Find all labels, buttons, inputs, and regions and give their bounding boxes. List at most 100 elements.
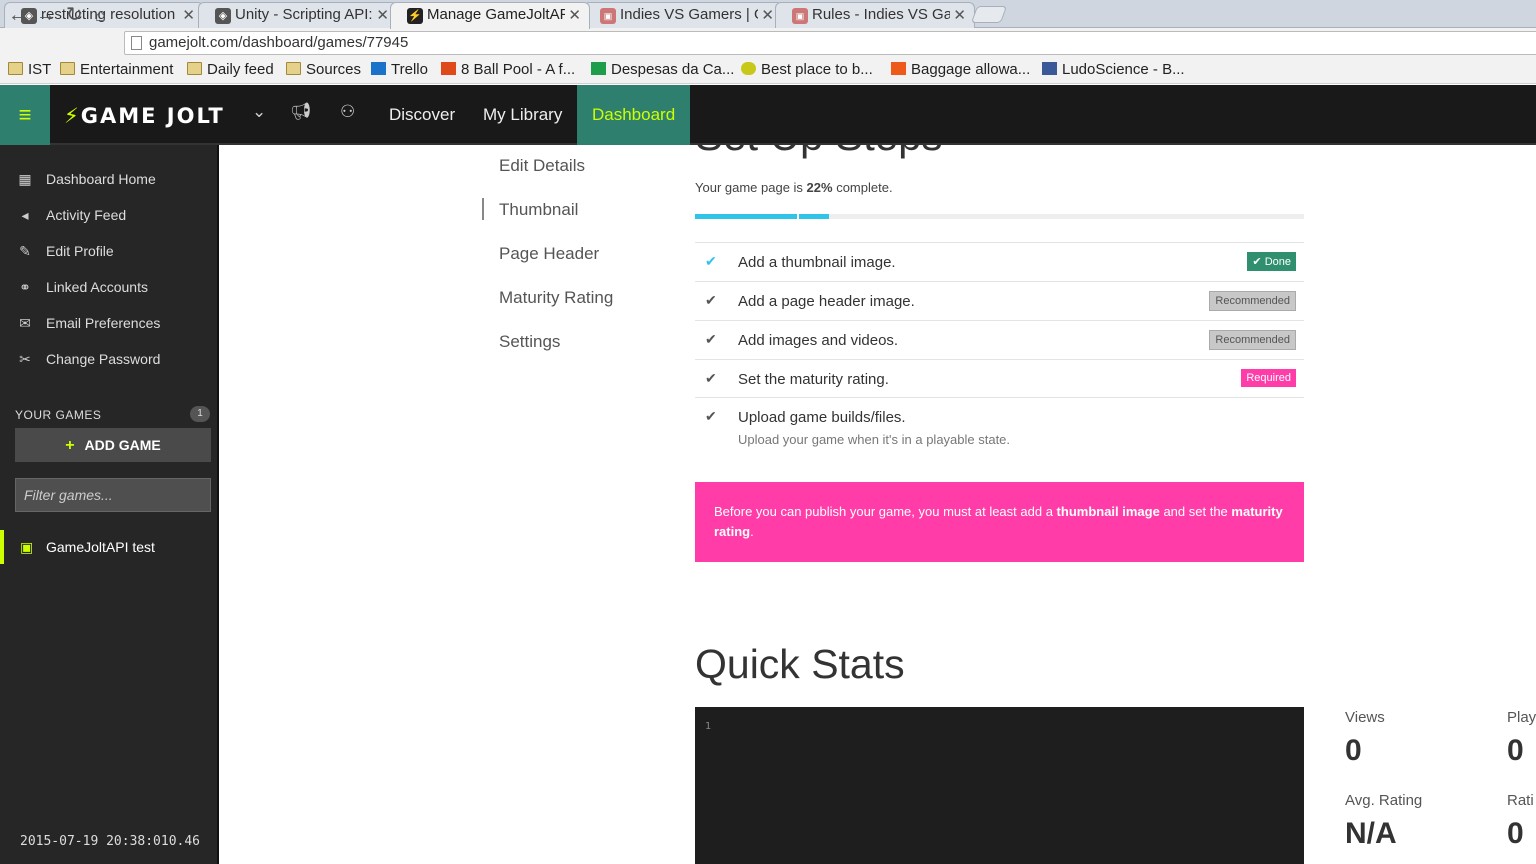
sidebar-item-edit-profile[interactable]: ✎ Edit Profile <box>16 241 114 261</box>
megaphone-icon: ◂ <box>21 207 29 223</box>
gamejolt-logo[interactable]: ⚡GAME JOLT <box>64 104 225 128</box>
folder-icon <box>60 62 75 75</box>
pencil-icon: ✎ <box>19 243 31 259</box>
bookmark-daily-feed[interactable]: Daily feed <box>187 60 274 80</box>
tab-title: restricting resolution <box>41 6 176 23</box>
subnav-page-header[interactable]: Page Header <box>499 244 599 264</box>
step-label: Add a thumbnail image. <box>738 254 896 271</box>
unity-icon: ◈ <box>215 8 231 24</box>
browser-tab-active[interactable]: ⚡ Manage GameJoltAPI ✕ <box>390 2 590 29</box>
bookmark-best-place[interactable]: Best place to b... <box>741 60 873 80</box>
tab-title: Manage GameJoltAPI <box>427 6 565 23</box>
play-icon <box>441 62 456 75</box>
sidebar-item-change-password[interactable]: ✂ Change Password <box>16 349 160 369</box>
wrench-icon: ✂ <box>19 351 31 367</box>
browser-tab[interactable]: ◈ Unity - Scripting API: ✕ <box>198 2 398 28</box>
page-icon <box>131 36 142 50</box>
status-badge: Required <box>1241 369 1296 387</box>
progress-text: Your game page is 22% complete. <box>695 180 893 195</box>
nav-discover[interactable]: Discover <box>374 85 470 145</box>
step-sublabel: Upload your game when it's in a playable… <box>738 432 1011 447</box>
step-label: Upload game builds/files. <box>738 409 906 426</box>
bookmark-ist[interactable]: IST <box>8 60 51 80</box>
subnav-active-indicator <box>482 198 484 220</box>
views-label: Views <box>1345 709 1385 726</box>
close-tab-icon[interactable]: ✕ <box>182 6 195 24</box>
bookmark-baggage[interactable]: Baggage allowa... <box>891 60 1030 80</box>
site-icon <box>891 62 906 75</box>
filter-games-input[interactable]: Filter games... <box>15 478 211 512</box>
list-item[interactable]: ✔ Add a thumbnail image. ✔ Done <box>695 242 1304 281</box>
bookmark-despesas[interactable]: Despesas da Ca... <box>591 60 734 80</box>
site-header <box>0 85 1536 145</box>
tab-title: Indies VS Gamers | G <box>620 6 758 23</box>
setup-steps-list: ✔ Add a thumbnail image. ✔ Done ✔ Add a … <box>695 242 1304 456</box>
sidebar-item-linked-accounts[interactable]: ⚭ Linked Accounts <box>16 277 148 297</box>
sidebar-item-email-preferences[interactable]: ✉ Email Preferences <box>16 313 160 333</box>
timestamp: 2015-07-19 20:38:010.46 <box>20 834 201 849</box>
status-badge: ✔ Done <box>1247 252 1296 271</box>
menu-hamburger-icon[interactable]: ≡ <box>0 85 50 145</box>
folder-icon <box>187 62 202 75</box>
folder-icon <box>286 62 301 75</box>
list-item[interactable]: ✔ Add a page header image. Recommended <box>695 281 1304 320</box>
ratings-label: Rati <box>1507 792 1534 809</box>
forward-arrow-icon[interactable]: → <box>36 4 56 26</box>
close-tab-icon[interactable]: ✕ <box>761 6 774 24</box>
publish-alert: Before you can publish your game, you mu… <box>695 482 1304 562</box>
reload-icon[interactable]: ↻ <box>66 4 83 26</box>
subnav-thumbnail[interactable]: Thumbnail <box>499 200 578 220</box>
folder-icon <box>8 62 23 75</box>
subnav-maturity-rating[interactable]: Maturity Rating <box>499 288 613 308</box>
close-tab-icon[interactable]: ✕ <box>953 6 966 24</box>
tab-title: Rules - Indies VS Gam <box>812 6 950 23</box>
step-label: Add images and videos. <box>738 332 899 349</box>
sidebar-item-dashboard-home[interactable]: ▦ Dashboard Home <box>16 169 155 189</box>
list-item[interactable]: ✔ Add images and videos. Recommended <box>695 320 1304 359</box>
users-icon[interactable]: ⚇ <box>340 102 355 122</box>
quick-stats-title: Quick Stats <box>695 641 905 687</box>
browser-tab[interactable]: ▣ Rules - Indies VS Gam ✕ <box>775 2 975 28</box>
progress-divider <box>797 214 799 219</box>
facebook-icon <box>1042 62 1057 75</box>
bookmark-entertainment[interactable]: Entertainment <box>60 60 173 80</box>
avg-rating-value: N/A <box>1345 817 1397 850</box>
trello-icon <box>371 62 386 75</box>
subnav-settings[interactable]: Settings <box>499 332 560 352</box>
bookmark-sources[interactable]: Sources <box>286 60 361 80</box>
back-arrow-icon[interactable]: ← <box>8 4 28 26</box>
check-icon: ✔ <box>705 292 717 308</box>
browser-tab[interactable]: ▣ Indies VS Gamers | G ✕ <box>583 2 783 28</box>
url-text[interactable]: gamejolt.com/dashboard/games/77945 <box>149 34 408 51</box>
list-item[interactable]: ✔ Upload game builds/files. Upload your … <box>695 398 1304 456</box>
megaphone-icon[interactable]: 📢︎ <box>290 102 312 122</box>
dashboard-icon: ▦ <box>18 171 32 187</box>
status-badge: Recommended <box>1209 291 1296 311</box>
chevron-down-icon[interactable]: ⌄ <box>252 102 266 122</box>
add-game-button[interactable]: + ADD GAME <box>15 428 211 462</box>
your-games-heading: YOUR GAMES <box>15 408 102 422</box>
ratings-value: 0 <box>1507 817 1524 850</box>
sidebar-game-item[interactable]: ▣ GameJoltAPI test <box>0 530 217 564</box>
plus-icon: + <box>65 437 75 454</box>
subnav-edit-details[interactable]: Edit Details <box>499 156 585 176</box>
check-icon: ✔ <box>705 408 717 424</box>
bookmark-8-ball-pool[interactable]: 8 Ball Pool - A f... <box>441 60 575 80</box>
list-item[interactable]: ✔ Set the maturity rating. Required <box>695 359 1304 398</box>
gamejolt-icon: ⚡ <box>407 8 423 24</box>
step-label: Set the maturity rating. <box>738 371 889 388</box>
spreadsheet-icon <box>591 62 606 75</box>
step-label: Add a page header image. <box>738 293 915 310</box>
home-icon[interactable]: ⌂ <box>95 4 106 26</box>
bookmark-ludoscience[interactable]: LudoScience - B... <box>1042 60 1185 80</box>
check-icon: ✔ <box>705 370 717 386</box>
close-tab-icon[interactable]: ✕ <box>376 6 389 24</box>
status-badge: Recommended <box>1209 330 1296 350</box>
bookmark-trello[interactable]: Trello <box>371 60 428 80</box>
stats-chart-area: 1 <box>695 707 1304 864</box>
close-tab-icon[interactable]: ✕ <box>568 6 581 24</box>
nav-my-library[interactable]: My Library <box>468 85 577 145</box>
nav-dashboard[interactable]: Dashboard <box>577 85 690 145</box>
gamepad-icon: ▣ <box>20 539 34 555</box>
sidebar-item-activity-feed[interactable]: ◂ Activity Feed <box>16 205 126 225</box>
